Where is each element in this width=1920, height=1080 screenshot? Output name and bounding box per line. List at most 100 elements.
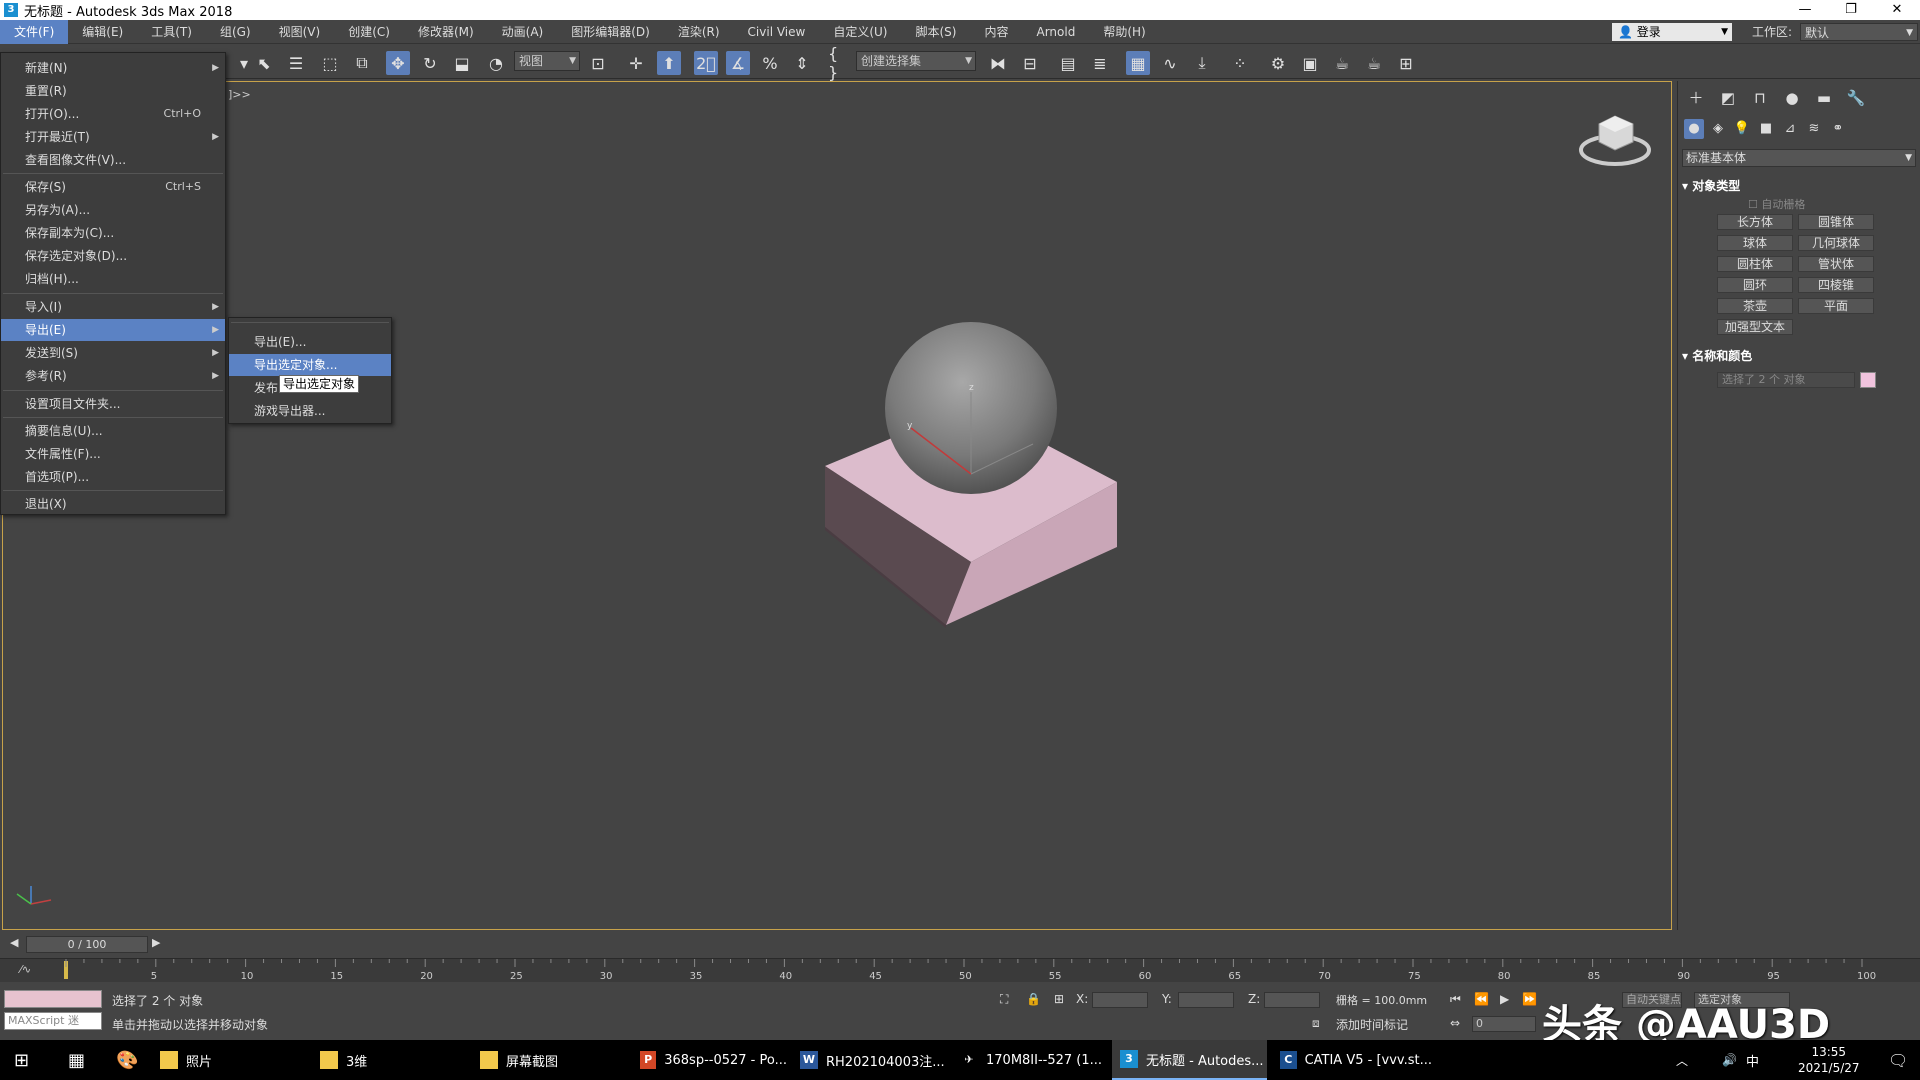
schematic-view-icon[interactable]: ⤓ xyxy=(1190,51,1214,75)
render-setup-icon[interactable]: ⚙ xyxy=(1266,51,1290,75)
file-menu-new[interactable]: 新建(N) ▶ xyxy=(1,57,225,79)
viewport-label-menu[interactable]: ]>> xyxy=(228,88,251,101)
snaps-toggle-icon[interactable]: 2⃣ xyxy=(694,51,718,75)
x-coordinate-field[interactable] xyxy=(1092,992,1148,1008)
file-menu-save-as[interactable]: 另存为(A)... xyxy=(1,199,225,221)
menu-modifiers[interactable]: 修改器(M) xyxy=(404,20,488,44)
paint-icon[interactable]: 🎨 xyxy=(108,1040,138,1080)
export-selected-item[interactable]: 导出选定对象... xyxy=(229,354,391,376)
create-tab-icon[interactable]: ＋ xyxy=(1684,87,1708,109)
file-menu-open[interactable]: 打开(O)... Ctrl+O xyxy=(1,103,225,125)
file-menu-summary-info[interactable]: 摘要信息(U)... xyxy=(1,420,225,442)
file-menu-send-to[interactable]: 发送到(S) ▶ xyxy=(1,342,225,364)
current-frame-field[interactable]: 0 xyxy=(1472,1016,1536,1032)
taskbar-item-3dsmax[interactable]: 3 无标题 - Autodes... xyxy=(1112,1040,1267,1080)
taskbar-item-photos[interactable]: 照片 xyxy=(152,1040,302,1080)
menu-group[interactable]: 组(G) xyxy=(206,20,265,44)
named-selection-set-dropdown[interactable]: 创建选择集 ▼ xyxy=(856,51,976,71)
menu-content[interactable]: 内容 xyxy=(970,20,1022,44)
display-tab-icon[interactable]: ▬ xyxy=(1812,87,1836,109)
select-and-rotate-icon[interactable]: ↻ xyxy=(418,51,442,75)
perspective-viewport[interactable]: z y xyxy=(2,81,1672,930)
file-menu-archive[interactable]: 归档(H)... xyxy=(1,268,225,290)
isolate-selection-icon[interactable]: ⛶ xyxy=(1000,992,1008,1007)
menu-tools[interactable]: 工具(T) xyxy=(137,20,206,44)
geosphere-button[interactable]: 几何球体 xyxy=(1798,235,1874,251)
mirror-icon[interactable]: ⧓ xyxy=(986,51,1010,75)
workspace-select[interactable]: 默认 ▼ xyxy=(1800,23,1918,41)
systems-icon[interactable]: ⚭ xyxy=(1828,119,1848,139)
ime-indicator[interactable]: 中 xyxy=(1738,1040,1759,1080)
render-in-cloud-icon[interactable]: ⊞ xyxy=(1394,51,1418,75)
sphere-object[interactable]: z y xyxy=(885,322,1057,494)
maxscript-listener[interactable]: MAXScript 迷 xyxy=(4,1012,102,1030)
select-and-scale-icon[interactable]: ⬓ xyxy=(450,51,474,75)
taskbar-item-powerpoint[interactable]: P 368sp--0527 - Po... xyxy=(632,1040,787,1080)
lock-selection-icon[interactable]: 🔒 xyxy=(1026,992,1041,1006)
object-type-rollout[interactable]: ▾ 对象类型 xyxy=(1682,177,1916,194)
slider-next-icon[interactable]: ▶ xyxy=(152,936,160,949)
object-color-swatch[interactable] xyxy=(1860,372,1876,388)
file-menu-reset[interactable]: 重置(R) xyxy=(1,80,225,102)
curve-editor-icon[interactable]: ∿ xyxy=(1158,51,1182,75)
pyramid-button[interactable]: 四棱锥 xyxy=(1798,277,1874,293)
menu-help[interactable]: 帮助(H) xyxy=(1089,20,1159,44)
file-menu-export[interactable]: 导出(E) ▶ xyxy=(1,319,225,341)
torus-button[interactable]: 圆环 xyxy=(1717,277,1793,293)
play-icon[interactable]: ▶ xyxy=(1500,992,1509,1006)
motion-tab-icon[interactable]: ● xyxy=(1780,87,1804,109)
file-menu-reference[interactable]: 参考(R) ▶ xyxy=(1,365,225,387)
select-by-name-icon[interactable]: ☰ xyxy=(284,51,308,75)
previous-frame-icon[interactable]: ⏪ xyxy=(1474,992,1489,1006)
pivot-center-icon[interactable]: ⊡ xyxy=(586,51,610,75)
menu-edit[interactable]: 编辑(E) xyxy=(68,20,137,44)
geometry-category-dropdown[interactable]: 标准基本体 ▼ xyxy=(1682,149,1916,167)
menu-animation[interactable]: 动画(A) xyxy=(488,20,558,44)
file-menu-save[interactable]: 保存(S) Ctrl+S xyxy=(1,176,225,198)
taskbar-item-catia-doc[interactable]: ✈ 170M8II--527 (1... xyxy=(952,1040,1107,1080)
menu-file[interactable]: 文件(F) xyxy=(0,19,69,44)
layer-explorer-icon[interactable]: ≣ xyxy=(1088,51,1112,75)
plane-button[interactable]: 平面 xyxy=(1798,298,1874,314)
name-and-color-rollout[interactable]: ▾ 名称和颜色 xyxy=(1682,347,1916,364)
taskbar-item-3d[interactable]: 3维 xyxy=(312,1040,462,1080)
ribbon-toggle-icon[interactable]: ▦ xyxy=(1126,51,1150,75)
menu-scripting[interactable]: 脚本(S) xyxy=(901,20,970,44)
add-time-tag[interactable]: 添加时间标记 xyxy=(1336,1016,1408,1033)
file-menu-import[interactable]: 导入(I) ▶ xyxy=(1,296,225,318)
keyboard-shortcut-override-icon[interactable]: ⬆ xyxy=(657,51,681,75)
start-button-icon[interactable]: ⊞ xyxy=(6,1040,29,1080)
geometry-icon[interactable]: ● xyxy=(1684,119,1704,139)
export-item[interactable]: 导出(E)... xyxy=(229,331,391,353)
edit-named-selection-icon[interactable]: { } xyxy=(828,44,852,82)
z-coordinate-field[interactable] xyxy=(1264,992,1320,1008)
space-warps-icon[interactable]: ≋ xyxy=(1804,119,1824,139)
file-menu-exit[interactable]: 退出(X) xyxy=(1,493,225,515)
key-mode-icon[interactable]: ⇔ xyxy=(1450,1016,1460,1030)
select-object-icon[interactable]: ⬉ xyxy=(252,51,276,75)
taskbar-item-catia[interactable]: C CATIA V5 - [vvv.st... xyxy=(1272,1040,1432,1080)
material-editor-icon[interactable]: ⁘ xyxy=(1228,51,1252,75)
close-button[interactable]: ✕ xyxy=(1874,0,1920,20)
file-menu-file-properties[interactable]: 文件属性(F)... xyxy=(1,443,225,465)
utilities-tab-icon[interactable]: 🔧 xyxy=(1844,87,1868,109)
spinner-snap-icon[interactable]: ⇕ xyxy=(790,51,814,75)
file-menu-preferences[interactable]: 首选项(P)... xyxy=(1,466,225,488)
angle-snap-icon[interactable]: ∡ xyxy=(726,51,750,75)
window-crossing-icon[interactable]: ⧉ xyxy=(350,51,374,75)
menu-arnold[interactable]: Arnold xyxy=(1022,20,1089,44)
select-and-place-icon[interactable]: ◔ xyxy=(484,51,508,75)
menu-view[interactable]: 视图(V) xyxy=(265,20,335,44)
shapes-icon[interactable]: ◈ xyxy=(1708,119,1728,139)
manipulate-icon[interactable]: ✛ xyxy=(624,51,648,75)
box-button[interactable]: 长方体 xyxy=(1717,214,1793,230)
minimize-button[interactable]: — xyxy=(1782,0,1828,20)
menu-customize[interactable]: 自定义(U) xyxy=(819,20,901,44)
cone-button[interactable]: 圆锥体 xyxy=(1798,214,1874,230)
file-menu-open-recent[interactable]: 打开最近(T) ▶ xyxy=(1,126,225,148)
cameras-icon[interactable]: ■ xyxy=(1756,119,1776,139)
tray-chevron-icon[interactable]: ︿ xyxy=(1668,1040,1688,1080)
cylinder-button[interactable]: 圆柱体 xyxy=(1717,256,1793,272)
time-slider[interactable]: ◀ 0 / 100 ▶ xyxy=(0,934,1670,956)
slider-prev-icon[interactable]: ◀ xyxy=(10,936,18,949)
